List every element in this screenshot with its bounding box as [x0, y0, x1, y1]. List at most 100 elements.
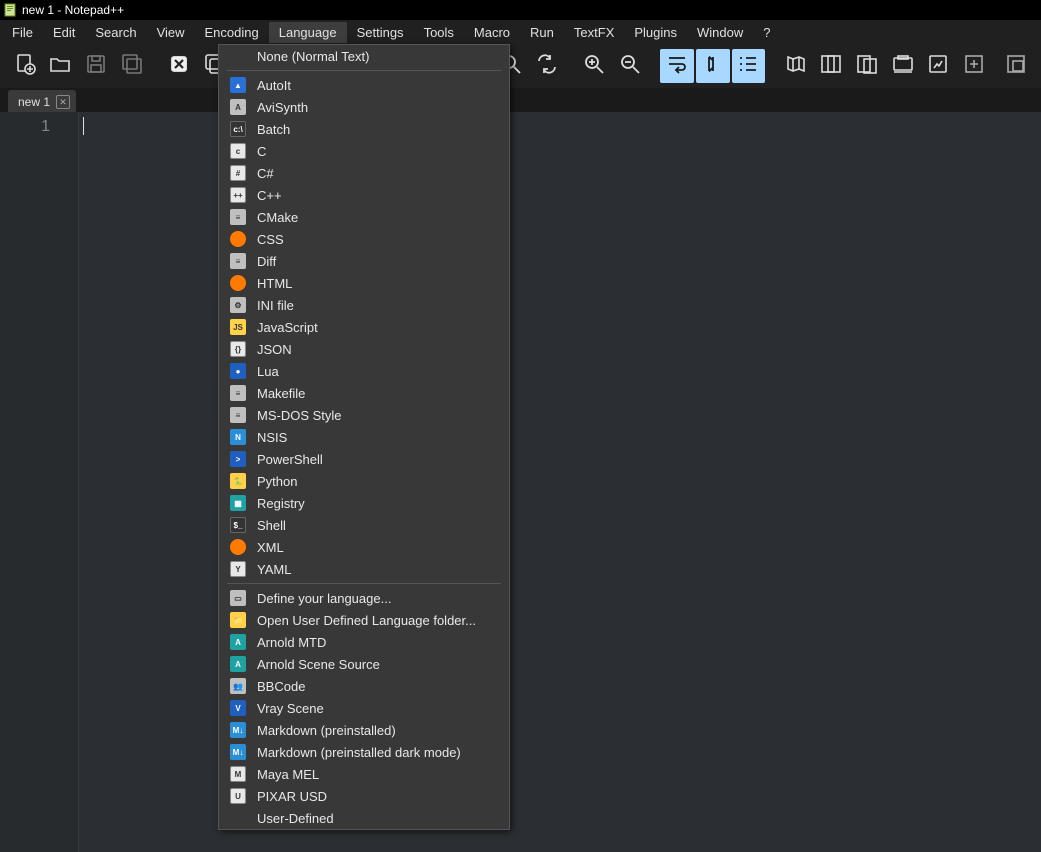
lang-c[interactable]: ++C++ — [219, 184, 509, 206]
menu-edit[interactable]: Edit — [43, 22, 85, 43]
open-file-icon — [48, 52, 72, 81]
menu-window[interactable]: Window — [687, 22, 753, 43]
save-all-button[interactable] — [115, 49, 149, 83]
lang-c[interactable]: #C# — [219, 162, 509, 184]
lang-html-icon — [229, 274, 247, 292]
lang-lua-label: Lua — [257, 364, 499, 379]
lang-shell[interactable]: $_Shell — [219, 514, 509, 536]
lang-powershell-label: PowerShell — [257, 452, 499, 467]
lang-bbcode[interactable]: 👥BBCode — [219, 675, 509, 697]
wrap-icon — [665, 52, 689, 81]
lang-nsis[interactable]: NNSIS — [219, 426, 509, 448]
lang-registry-label: Registry — [257, 496, 499, 511]
zoom-out-button[interactable] — [613, 49, 647, 83]
lang-ms-dos-style[interactable]: ≡MS-DOS Style — [219, 404, 509, 426]
close-icon — [167, 52, 191, 81]
lang-powershell[interactable]: > PowerShell — [219, 448, 509, 470]
lang-avisynth[interactable]: AAviSynth — [219, 96, 509, 118]
menu-run[interactable]: Run — [520, 22, 564, 43]
folder-workspace-icon — [891, 52, 915, 81]
lang-define-your-language[interactable]: ▭Define your language... — [219, 587, 509, 609]
lang-yaml[interactable]: YYAML — [219, 558, 509, 580]
close-button[interactable] — [162, 49, 196, 83]
save-button[interactable] — [79, 49, 113, 83]
lang-xml-label: XML — [257, 540, 499, 555]
lang-arnold-mtd[interactable]: A Arnold MTD — [219, 631, 509, 653]
menu-search[interactable]: Search — [85, 22, 146, 43]
lang-javascript[interactable]: JSJavaScript — [219, 316, 509, 338]
lang-python[interactable]: 🐍Python — [219, 470, 509, 492]
plus-box-button[interactable] — [957, 49, 991, 83]
lang-markdown-preinstalled-dark-mode-icon: M↓ — [229, 743, 247, 761]
wrap-button[interactable] — [660, 49, 694, 83]
zoom-in-button[interactable] — [577, 49, 611, 83]
menu-settings[interactable]: Settings — [347, 22, 414, 43]
lang-html[interactable]: HTML — [219, 272, 509, 294]
lang-ini-file-icon: ⚙ — [229, 296, 247, 314]
lang-open-user-defined-language-folder[interactable]: 📁Open User Defined Language folder... — [219, 609, 509, 631]
minus-box-button[interactable] — [999, 49, 1033, 83]
lang-c-label: C++ — [257, 188, 499, 203]
lang-user-defined-icon — [229, 809, 247, 827]
menu-file[interactable]: File — [2, 22, 43, 43]
lang-bbcode-icon: 👥 — [229, 677, 247, 695]
new-file-button[interactable] — [8, 49, 42, 83]
lang-css[interactable]: CSS — [219, 228, 509, 250]
text-cursor — [83, 117, 84, 135]
open-file-button[interactable] — [44, 49, 78, 83]
lang-none[interactable]: None (Normal Text) — [219, 45, 509, 67]
tab-new-1[interactable]: new 1 ✕ — [8, 90, 76, 112]
monitor-button[interactable] — [921, 49, 955, 83]
lang-pixar-usd-icon: U — [229, 787, 247, 805]
lang-lua[interactable]: ● Lua — [219, 360, 509, 382]
lang-nsis-label: NSIS — [257, 430, 499, 445]
folder-workspace-button[interactable] — [886, 49, 920, 83]
tab-close-icon[interactable]: ✕ — [56, 95, 70, 109]
lang-arnold-scene-source[interactable]: AArnold Scene Source — [219, 653, 509, 675]
menu-[interactable]: ? — [753, 22, 780, 43]
doc-list-button[interactable] — [815, 49, 849, 83]
menu-encoding[interactable]: Encoding — [195, 22, 269, 43]
lang-css-icon — [229, 230, 247, 248]
lang-pixar-usd[interactable]: UPIXAR USD — [219, 785, 509, 807]
indent-guide-button[interactable] — [732, 49, 766, 83]
lang-markdown-preinstalled-label: Markdown (preinstalled) — [257, 723, 499, 738]
lang-user-defined[interactable]: User-Defined — [219, 807, 509, 829]
lang-makefile[interactable]: ≡Makefile — [219, 382, 509, 404]
lang-registry[interactable]: ▦Registry — [219, 492, 509, 514]
lang-diff[interactable]: ≡Diff — [219, 250, 509, 272]
lang-maya-mel[interactable]: MMaya MEL — [219, 763, 509, 785]
lang-cmake-icon: ≡ — [229, 208, 247, 226]
lang-xml[interactable]: XML — [219, 536, 509, 558]
lang-html-label: HTML — [257, 276, 499, 291]
lang-vray-scene-label: Vray Scene — [257, 701, 499, 716]
lang-markdown-preinstalled-dark-mode[interactable]: M↓Markdown (preinstalled dark mode) — [219, 741, 509, 763]
menu-view[interactable]: View — [147, 22, 195, 43]
lang-autoit[interactable]: ▲AutoIt — [219, 74, 509, 96]
app-icon — [4, 3, 18, 17]
lang-autoit-label: AutoIt — [257, 78, 499, 93]
show-all-button[interactable] — [696, 49, 730, 83]
minus-box-icon — [1004, 52, 1028, 81]
menu-textfx[interactable]: TextFX — [564, 22, 624, 43]
lang-vray-scene[interactable]: VVray Scene — [219, 697, 509, 719]
menu-plugins[interactable]: Plugins — [624, 22, 687, 43]
menu-language[interactable]: Language — [269, 22, 347, 43]
lang-arnold-mtd-icon: A — [229, 633, 247, 651]
lang-powershell-icon: > — [229, 450, 247, 468]
lang-json[interactable]: {}JSON — [219, 338, 509, 360]
lang-markdown-preinstalled[interactable]: M↓Markdown (preinstalled) — [219, 719, 509, 741]
doc-map-button[interactable] — [779, 49, 813, 83]
menu-tools[interactable]: Tools — [414, 22, 464, 43]
menubar: FileEditSearchViewEncodingLanguageSettin… — [0, 20, 1041, 44]
replace-button[interactable] — [530, 49, 564, 83]
lang-c[interactable]: cC — [219, 140, 509, 162]
lang-ini-file[interactable]: ⚙INI file — [219, 294, 509, 316]
replace-icon — [535, 52, 559, 81]
lang-lua-icon: ● — [229, 362, 247, 380]
menu-macro[interactable]: Macro — [464, 22, 520, 43]
lang-batch[interactable]: c:\Batch — [219, 118, 509, 140]
lang-arnold-mtd-label: Arnold MTD — [257, 635, 499, 650]
lang-cmake[interactable]: ≡CMake — [219, 206, 509, 228]
func-list-button[interactable] — [850, 49, 884, 83]
